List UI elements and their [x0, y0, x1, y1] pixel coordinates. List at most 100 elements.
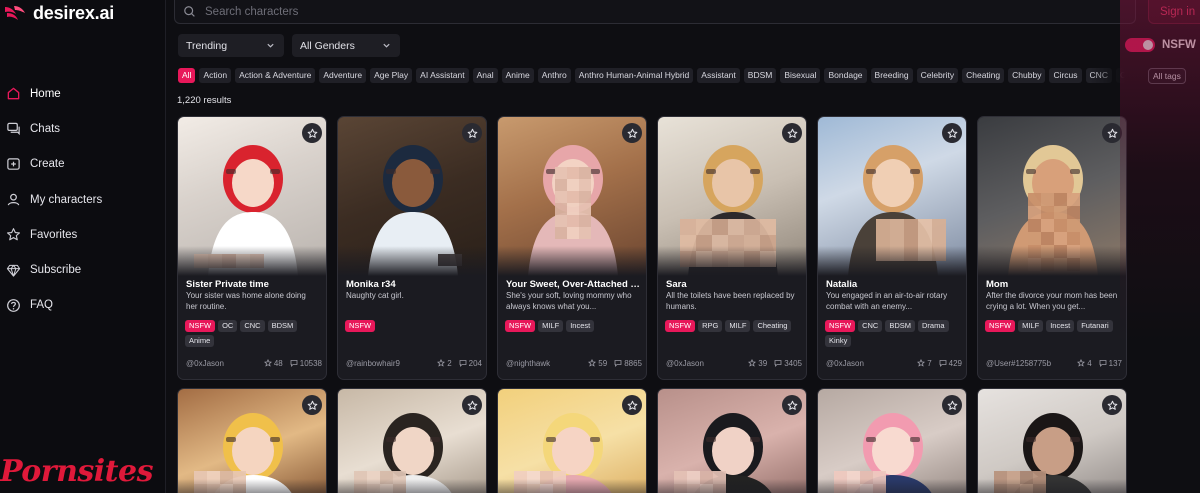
- tag-chip[interactable]: Bisexual: [780, 68, 821, 83]
- character-card[interactable]: [337, 388, 487, 493]
- chat-count: 204: [459, 359, 482, 368]
- sidebar-item-faq[interactable]: FAQ: [0, 288, 166, 323]
- favorite-button[interactable]: [462, 123, 482, 143]
- character-card[interactable]: [497, 388, 647, 493]
- search-input[interactable]: [205, 5, 1085, 18]
- character-card[interactable]: Sara All the toilets have been replaced b…: [657, 116, 807, 380]
- chevron-down-icon: [267, 43, 274, 48]
- favorite-button[interactable]: [622, 123, 642, 143]
- card-tag[interactable]: CNC: [858, 320, 883, 332]
- sidebar-item-home[interactable]: Home: [0, 76, 166, 111]
- card-tag[interactable]: MILF: [538, 320, 564, 332]
- card-tag[interactable]: Anime: [185, 335, 215, 347]
- sidebar-item-chats[interactable]: Chats: [0, 111, 166, 146]
- character-card[interactable]: Your Sweet, Over-Attached Mom She's your …: [497, 116, 647, 380]
- favorite-button[interactable]: [462, 395, 482, 415]
- card-tag[interactable]: NSFW: [185, 320, 216, 332]
- card-tag[interactable]: NSFW: [825, 320, 856, 332]
- card-tag[interactable]: NSFW: [665, 320, 696, 332]
- card-tag[interactable]: NSFW: [505, 320, 536, 332]
- chat-icon: [290, 360, 298, 367]
- sign-in-button[interactable]: Sign in: [1148, 0, 1200, 24]
- tag-chip[interactable]: Age Play: [370, 68, 413, 83]
- tag-chip[interactable]: Adventure: [319, 68, 367, 83]
- favorite-button[interactable]: [302, 395, 322, 415]
- card-author[interactable]: @rainbowhair9: [346, 359, 400, 368]
- sidebar-item-my-characters[interactable]: My characters: [0, 182, 166, 217]
- card-tag[interactable]: MILF: [1018, 320, 1044, 332]
- favorite-button[interactable]: [1102, 123, 1122, 143]
- tag-chip[interactable]: BDSM: [743, 68, 777, 83]
- card-tag[interactable]: NSFW: [985, 320, 1016, 332]
- card-tag[interactable]: Kinky: [825, 335, 852, 347]
- tag-chip[interactable]: Circus: [1049, 68, 1082, 83]
- sidebar-item-create[interactable]: Create: [0, 147, 166, 182]
- tag-chip[interactable]: Anime: [501, 68, 534, 83]
- card-tag[interactable]: RPG: [698, 320, 723, 332]
- character-card[interactable]: [177, 388, 327, 493]
- sidebar-item-favorites[interactable]: Favorites: [0, 217, 166, 252]
- favorite-button[interactable]: [782, 123, 802, 143]
- plus-square-icon: [7, 158, 20, 170]
- nsfw-switch[interactable]: [1125, 38, 1155, 52]
- card-stats: 39 3405: [748, 358, 802, 368]
- favorite-button[interactable]: [782, 395, 802, 415]
- character-card[interactable]: Natalia You engaged in an air-to-air rota…: [817, 116, 967, 380]
- card-stats: 2 204: [437, 358, 482, 368]
- card-tag[interactable]: MILF: [725, 320, 751, 332]
- favorite-button[interactable]: [302, 123, 322, 143]
- all-tags-button[interactable]: All tags: [1148, 68, 1186, 84]
- card-footer: @rainbowhair9 2 204: [346, 358, 482, 368]
- search-bar[interactable]: [174, 0, 1136, 24]
- card-author[interactable]: @nighthawk: [506, 359, 550, 368]
- favorite-button[interactable]: [942, 123, 962, 143]
- card-author[interactable]: @User#1258775b: [986, 359, 1051, 368]
- card-author[interactable]: @0xJason: [826, 359, 864, 368]
- tag-chip[interactable]: Bondage: [824, 68, 867, 83]
- tag-chip[interactable]: Action & Adventure: [235, 68, 316, 83]
- card-tag[interactable]: Futanari: [1077, 320, 1113, 332]
- card-tag[interactable]: NSFW: [345, 320, 376, 332]
- character-card[interactable]: Mom After the divorce your mom has been c…: [977, 116, 1127, 380]
- tag-chip[interactable]: Anthro: [537, 68, 571, 83]
- card-author[interactable]: @0xJason: [186, 359, 224, 368]
- sidebar-item-label: My characters: [30, 193, 103, 206]
- card-author[interactable]: @0xJason: [666, 359, 704, 368]
- character-card[interactable]: [977, 388, 1127, 493]
- favorite-button[interactable]: [622, 395, 642, 415]
- card-tag[interactable]: Cheating: [753, 320, 792, 332]
- tag-chip[interactable]: Assistant: [697, 68, 740, 83]
- card-tag[interactable]: Incest: [1046, 320, 1075, 332]
- card-tag[interactable]: CNC: [240, 320, 265, 332]
- card-tag[interactable]: Incest: [566, 320, 595, 332]
- image-gradient: [658, 246, 806, 276]
- tag-chip[interactable]: Action: [199, 68, 232, 83]
- gender-dropdown[interactable]: All Genders: [292, 34, 400, 57]
- tag-chip[interactable]: Breeding: [870, 68, 913, 83]
- card-tag[interactable]: OC: [218, 320, 238, 332]
- nsfw-toggle[interactable]: NSFW: [1125, 38, 1196, 52]
- character-card[interactable]: [657, 388, 807, 493]
- tag-chip[interactable]: Cheating: [962, 68, 1005, 83]
- tag-chip[interactable]: Celebrity: [916, 68, 959, 83]
- chat-icon: [939, 360, 947, 367]
- tag-chip[interactable]: Chubby: [1008, 68, 1046, 83]
- favorite-button[interactable]: [942, 395, 962, 415]
- logo[interactable]: desirex.ai: [4, 2, 114, 24]
- tag-chip[interactable]: All: [178, 68, 196, 83]
- card-tag[interactable]: BDSM: [885, 320, 916, 332]
- tag-chip[interactable]: Anal: [472, 68, 498, 83]
- character-card[interactable]: [817, 388, 967, 493]
- sort-dropdown[interactable]: Trending: [178, 34, 284, 57]
- card-tag[interactable]: Drama: [918, 320, 949, 332]
- character-card[interactable]: Monika r34 Naughty cat girl. NSFW @rainbowh…: [337, 116, 487, 380]
- favorite-button[interactable]: [1102, 395, 1122, 415]
- character-image: [338, 389, 486, 493]
- sidebar-item-subscribe[interactable]: Subscribe: [0, 252, 166, 287]
- tag-chip[interactable]: AI Assistant: [416, 68, 469, 83]
- character-card[interactable]: Sister Private time Your sister was home …: [177, 116, 327, 380]
- image-gradient: [658, 479, 806, 493]
- card-tag[interactable]: BDSM: [267, 320, 298, 332]
- tag-chip[interactable]: Anthro Human-Animal Hybrid: [574, 68, 694, 83]
- chat-count: 137: [1099, 359, 1122, 368]
